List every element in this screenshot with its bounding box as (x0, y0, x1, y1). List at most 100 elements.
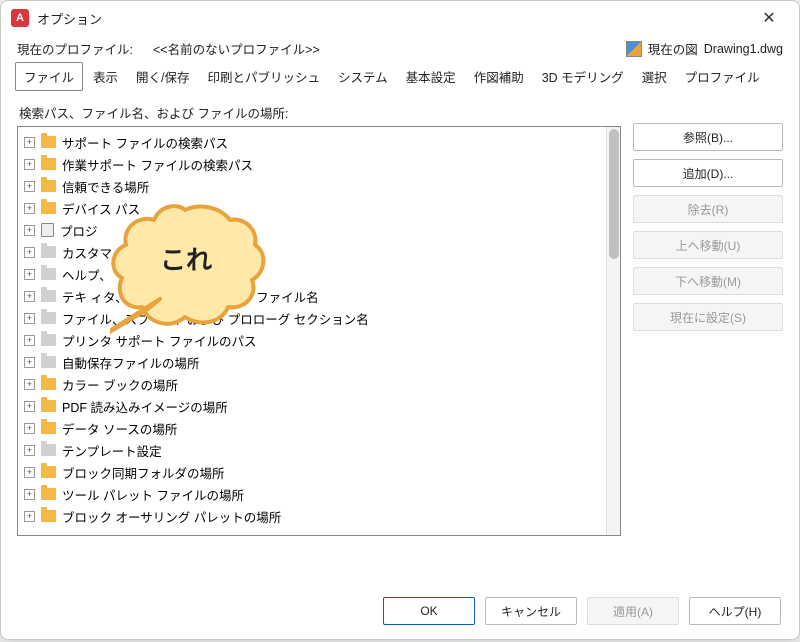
tree-item-label: PDF 読み込みイメージの場所 (62, 397, 228, 416)
expand-icon[interactable]: + (24, 467, 35, 478)
tree-item[interactable]: + データ ソースの場所 (20, 417, 604, 439)
tree-item-label: デバイス パス (62, 199, 140, 218)
tree-container: + サポート ファイルの検索パス + 作業サポート ファイルの検索パス + 信頼できる場所… (17, 126, 621, 536)
tree-item[interactable]: + 信頼できる場所 (20, 175, 604, 197)
tree-item-label: 信頼できる場所 (62, 177, 149, 196)
dialog-footer: OK キャンセル 適用(A) ヘルプ(H) (1, 593, 799, 639)
tree-item[interactable]: + サポート ファイルの検索パス (20, 131, 604, 153)
folder-icon (41, 246, 56, 258)
folder-icon (41, 334, 56, 346)
remove-button[interactable]: 除去(R) (633, 195, 783, 223)
tree-item[interactable]: +ブロック オーサリング パレットの場所 (20, 505, 604, 527)
tree-item[interactable]: + カラー ブックの場所 (20, 373, 604, 395)
folder-icon (41, 356, 56, 368)
tab-opensave[interactable]: 開く/保存 (128, 63, 197, 90)
tab-display[interactable]: 表示 (85, 63, 126, 90)
expand-icon[interactable]: + (24, 181, 35, 192)
expand-icon[interactable]: + (24, 269, 35, 280)
tree-item[interactable]: + ツール パレット ファイルの場所 (20, 483, 604, 505)
close-icon[interactable]: ✕ (749, 4, 789, 32)
tree-item[interactable]: + PDF 読み込みイメージの場所 (20, 395, 604, 417)
folder-icon (41, 466, 56, 478)
setcurrent-button[interactable]: 現在に設定(S) (633, 303, 783, 331)
cancel-button[interactable]: キャンセル (485, 597, 577, 625)
tree-item-label: サポート ファイルの検索パス (62, 133, 228, 152)
tree-item-label: 作業サポート ファイルの検索パス (62, 155, 253, 174)
tree-item-label: カスタマ (62, 243, 112, 262)
tab-plot[interactable]: 印刷とパブリッシュ (200, 63, 329, 90)
folder-icon (41, 510, 56, 522)
moveup-button[interactable]: 上へ移動(U) (633, 231, 783, 259)
folder-icon (41, 400, 56, 412)
tab-system[interactable]: システム (330, 63, 396, 90)
tree-item-label: カラー ブックの場所 (62, 375, 178, 394)
expand-icon[interactable]: + (24, 379, 35, 390)
expand-icon[interactable]: + (24, 357, 35, 368)
expand-icon[interactable]: + (24, 511, 35, 522)
scrollbar[interactable] (606, 127, 620, 535)
tree-item[interactable]: + テンプレート設定 (20, 439, 604, 461)
tree-item[interactable]: +プロジ (20, 219, 604, 241)
folder-icon (41, 312, 56, 324)
tab-file[interactable]: ファイル (15, 62, 83, 91)
browse-button[interactable]: 参照(B)... (633, 123, 783, 151)
tree-item-label: 自動保存ファイルの場所 (62, 353, 200, 372)
tree-item-label: プリンタ サポート ファイルのパス (62, 331, 256, 350)
movedown-button[interactable]: 下へ移動(M) (633, 267, 783, 295)
expand-icon[interactable]: + (24, 203, 35, 214)
tree-item[interactable]: + ブロック同期フォルダの場所 (20, 461, 604, 483)
expand-icon[interactable]: + (24, 291, 35, 302)
tree-item[interactable]: + ヘルプ、 (20, 263, 604, 285)
app-icon: A (11, 9, 29, 27)
tab-3dmodeling[interactable]: 3D モデリング (534, 63, 632, 90)
scrollbar-thumb[interactable] (609, 129, 619, 259)
tree-item-label: データ ソースの場所 (62, 419, 177, 438)
tree-item[interactable]: + 作業サポート ファイルの検索パス (20, 153, 604, 175)
folder-icon (41, 444, 56, 456)
tab-userpref[interactable]: 基本設定 (398, 63, 464, 90)
tree-item[interactable]: + ファイル、スプーラ、および プロローグ セクション名 (20, 307, 604, 329)
folder-icon (41, 422, 56, 434)
folder-icon (41, 180, 56, 192)
tab-drafting[interactable]: 作図補助 (466, 63, 532, 90)
tree-item[interactable]: + カスタマ (20, 241, 604, 263)
expand-icon[interactable]: + (24, 445, 35, 456)
drawing-file: Drawing1.dwg (704, 42, 783, 56)
add-button[interactable]: 追加(D)... (633, 159, 783, 187)
profile-row: 現在のプロファイル: <<名前のないプロファイル>> 現在の図 Drawing1… (1, 35, 799, 60)
expand-icon[interactable]: + (24, 489, 35, 500)
tree-item-label: ヘルプ、 (62, 265, 112, 284)
folder-icon (41, 268, 56, 280)
expand-icon[interactable]: + (24, 423, 35, 434)
folder-icon (41, 136, 56, 148)
tree-item-label: テキ ィタ、辞書、およびフォント ファイル名 (62, 287, 319, 306)
tree-item-label: テンプレート設定 (62, 441, 162, 460)
expand-icon[interactable]: + (24, 401, 35, 412)
tree-item[interactable]: + テキ ィタ、辞書、およびフォント ファイル名 (20, 285, 604, 307)
tree-item-label: ファイル、スプーラ、および プロローグ セクション名 (62, 309, 369, 328)
tree-item-label: ツール パレット ファイルの場所 (62, 485, 244, 504)
tree-item[interactable]: + プリンタ サポート ファイルのパス (20, 329, 604, 351)
expand-icon[interactable]: + (24, 137, 35, 148)
expand-icon[interactable]: + (24, 159, 35, 170)
tab-selection[interactable]: 選択 (634, 63, 675, 90)
window-title: オプション (37, 9, 102, 28)
profile-label: 現在のプロファイル: (17, 39, 133, 58)
expand-icon[interactable]: + (24, 247, 35, 258)
section-label: 検索パス、ファイル名、および ファイルの場所: (19, 103, 621, 122)
ok-button[interactable]: OK (383, 597, 475, 625)
tab-profiles[interactable]: プロファイル (677, 63, 768, 90)
tree-item[interactable]: + 自動保存ファイルの場所 (20, 351, 604, 373)
tree[interactable]: + サポート ファイルの検索パス + 作業サポート ファイルの検索パス + 信頼できる場所… (18, 127, 606, 535)
expand-icon[interactable]: + (24, 225, 35, 236)
folder-icon (41, 378, 56, 390)
tree-item[interactable]: + デバイス パス (20, 197, 604, 219)
tree-item-label: ブロック同期フォルダの場所 (62, 463, 225, 482)
tabs: ファイル 表示 開く/保存 印刷とパブリッシュ システム 基本設定 作図補助 3… (1, 62, 799, 91)
folder-icon (41, 158, 56, 170)
apply-button[interactable]: 適用(A) (587, 597, 679, 625)
folder-icon (41, 202, 56, 214)
expand-icon[interactable]: + (24, 335, 35, 346)
help-button[interactable]: ヘルプ(H) (689, 597, 781, 625)
expand-icon[interactable]: + (24, 313, 35, 324)
